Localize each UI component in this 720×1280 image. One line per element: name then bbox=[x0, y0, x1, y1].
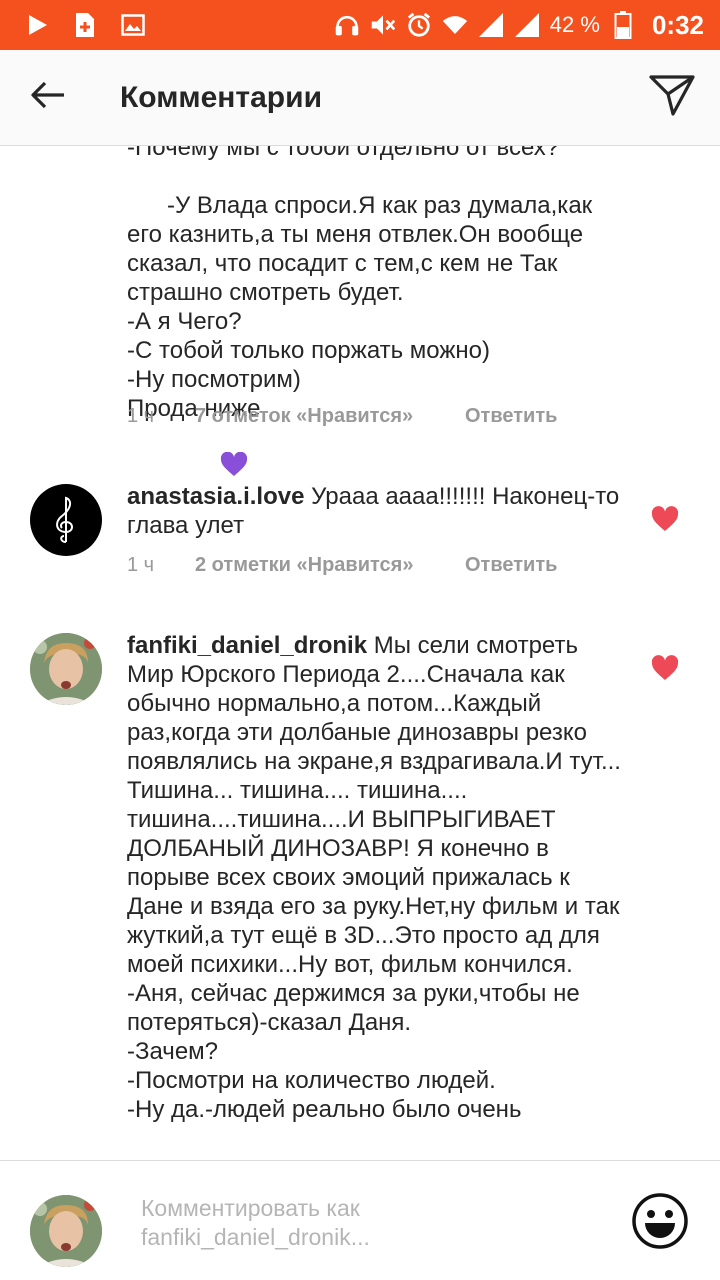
image-icon bbox=[120, 12, 146, 38]
signal-icon bbox=[478, 12, 504, 38]
page-title: Комментарии bbox=[120, 80, 323, 114]
comments-list[interactable]: -Почему мы с тобой отдельно от всех? -У … bbox=[0, 146, 720, 1160]
comment-composer: Комментировать как fanfiki_daniel_dronik… bbox=[0, 1160, 720, 1280]
status-bar: 42 % 0:32 bbox=[0, 0, 720, 50]
battery-percent: 42 % bbox=[549, 12, 600, 37]
add-box-icon bbox=[72, 12, 98, 38]
comment-meta: 1 ч 2 отметки «Нравится» Ответить bbox=[127, 554, 557, 577]
clock: 0:32 bbox=[651, 9, 704, 40]
arrow-left-icon bbox=[30, 80, 66, 115]
smiley-face-icon bbox=[630, 1193, 690, 1255]
comment-time: 1 ч bbox=[127, 405, 155, 427]
profile-photo-icon bbox=[30, 633, 102, 705]
comment-input-placeholder: Комментировать как bbox=[141, 1195, 360, 1221]
comment-text: anastasia.i.love Урааа аааа!!!!!!! Након… bbox=[127, 482, 627, 540]
comment-time: 1 ч bbox=[127, 554, 155, 576]
wifi-icon bbox=[442, 12, 468, 38]
comment-text-body: -У Влада спроси.Я как раз думала,как его… bbox=[127, 192, 593, 422]
emoji-button[interactable] bbox=[630, 1191, 690, 1251]
send-icon bbox=[649, 74, 695, 121]
comment-body: Мы сели смотреть Мир Юрского Периода 2..… bbox=[127, 632, 621, 1123]
avatar[interactable] bbox=[30, 484, 102, 556]
app-header: Комментарии bbox=[0, 50, 720, 146]
back-button[interactable] bbox=[0, 50, 96, 146]
send-button[interactable] bbox=[624, 50, 720, 146]
likes-count[interactable]: 2 отметки «Нравится» bbox=[195, 554, 465, 577]
comment-meta: 1 ч 7 отметок «Нравится» Ответить bbox=[127, 405, 557, 428]
signal-icon bbox=[514, 12, 540, 38]
comment-username[interactable]: fanfiki_daniel_dronik bbox=[127, 632, 367, 659]
play-icon bbox=[24, 12, 50, 38]
comment-input-placeholder-user: fanfiki_daniel_dronik... bbox=[141, 1224, 370, 1250]
alarm-icon bbox=[406, 12, 432, 38]
profile-photo-icon bbox=[30, 1195, 102, 1267]
comment-username[interactable]: anastasia.i.love bbox=[127, 483, 304, 510]
reply-button[interactable]: Ответить bbox=[465, 554, 557, 577]
reply-button[interactable]: Ответить bbox=[465, 405, 557, 428]
like-heart-icon[interactable] bbox=[651, 655, 679, 681]
treble-clef-icon bbox=[56, 496, 73, 543]
comment-input[interactable]: Комментировать как fanfiki_daniel_dronik… bbox=[141, 1194, 621, 1252]
likes-count[interactable]: 7 отметок «Нравится» bbox=[195, 405, 465, 428]
headset-icon bbox=[334, 12, 360, 38]
volume-mute-icon bbox=[370, 12, 396, 38]
comment-text: fanfiki_daniel_dronik Мы сели смотреть М… bbox=[127, 631, 627, 1124]
comment-partial-line: -Почему мы с тобой отдельно от всех? bbox=[127, 146, 560, 161]
like-heart-icon[interactable] bbox=[651, 506, 679, 532]
battery-icon bbox=[610, 11, 636, 39]
avatar[interactable] bbox=[30, 633, 102, 705]
avatar bbox=[30, 1195, 102, 1267]
